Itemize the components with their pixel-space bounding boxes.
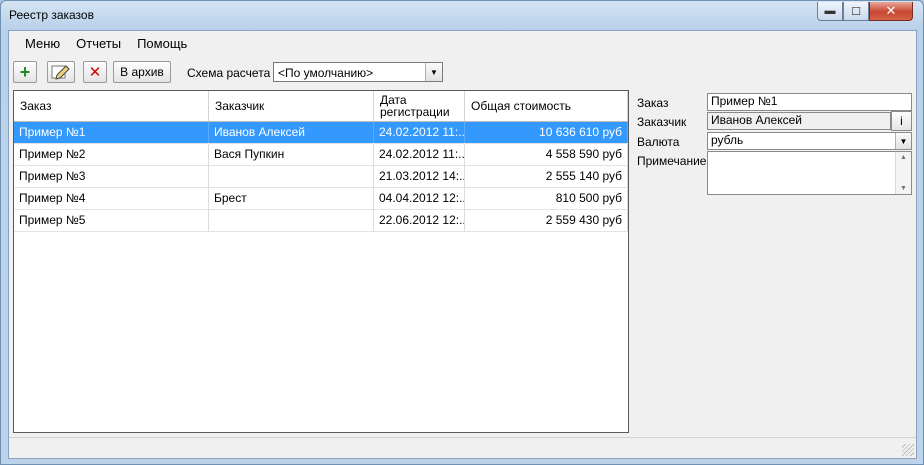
pencil-icon	[51, 65, 70, 80]
cell-total: 2 559 430 руб	[465, 210, 628, 231]
close-icon: ✕	[885, 3, 897, 18]
table-row[interactable]: Пример №3 21.03.2012 14:... 2 555 140 ру…	[14, 166, 628, 188]
table-row[interactable]: Пример №4 Брест 04.04.2012 12:... 810 50…	[14, 188, 628, 210]
resize-grip-icon[interactable]	[902, 444, 914, 456]
minimize-button[interactable]: ▬	[817, 2, 843, 21]
maximize-icon: ☐	[851, 5, 861, 18]
status-bar	[9, 437, 916, 458]
close-button[interactable]: ✕	[869, 2, 913, 21]
toolbar: + ✕ В архив Схема расчета <По умолчанию>…	[9, 57, 916, 85]
archive-button-label: В архив	[120, 65, 164, 79]
menu-item-reports[interactable]: Отчеты	[68, 36, 129, 51]
cell-customer	[209, 166, 374, 187]
menu-bar: Меню Отчеты Помощь	[9, 31, 916, 55]
scroll-up-icon[interactable]: ▲	[900, 154, 907, 161]
table-row[interactable]: Пример №2 Вася Пупкин 24.02.2012 11:... …	[14, 144, 628, 166]
cell-customer	[209, 210, 374, 231]
cell-total: 10 636 610 руб	[465, 122, 628, 143]
cell-total: 2 555 140 руб	[465, 166, 628, 187]
chevron-down-icon[interactable]: ▼	[895, 133, 911, 149]
title-bar[interactable]: Реестр заказов ▬ ☐ ✕	[1, 1, 923, 31]
chevron-down-icon[interactable]: ▼	[425, 63, 442, 81]
table-row[interactable]: Пример №5 22.06.2012 12:... 2 559 430 ру…	[14, 210, 628, 232]
scroll-down-icon[interactable]: ▼	[900, 185, 907, 192]
menu-item-menu[interactable]: Меню	[17, 36, 68, 51]
cell-customer: Иванов Алексей	[209, 122, 374, 143]
customer-field: Иванов Алексей	[707, 112, 891, 130]
maximize-button[interactable]: ☐	[843, 2, 869, 21]
scheme-label: Схема расчета	[187, 66, 271, 80]
cell-date: 22.06.2012 12:...	[374, 210, 465, 231]
table-row[interactable]: Пример №1 Иванов Алексей 24.02.2012 11:.…	[14, 122, 628, 144]
order-label: Заказ	[637, 96, 669, 110]
window-title: Реестр заказов	[9, 8, 94, 22]
archive-button[interactable]: В архив	[113, 61, 171, 83]
column-header-total[interactable]: Общая стоимость	[465, 91, 628, 121]
currency-select-value: рубль	[711, 133, 744, 147]
cell-customer: Вася Пупкин	[209, 144, 374, 165]
info-icon: i	[900, 114, 903, 128]
customer-info-button[interactable]: i	[891, 111, 912, 131]
cell-total: 4 558 590 руб	[465, 144, 628, 165]
scheme-select[interactable]: <По умолчанию> ▼	[273, 62, 443, 82]
column-header-order[interactable]: Заказ	[14, 91, 209, 121]
cell-order: Пример №4	[14, 188, 209, 209]
currency-select[interactable]: рубль ▼	[707, 132, 912, 150]
note-scrollbar[interactable]: ▲ ▼	[895, 152, 911, 194]
order-field[interactable]: Пример №1	[707, 93, 912, 111]
note-label: Примечание	[637, 154, 707, 168]
plus-icon: +	[19, 61, 31, 82]
cell-date: 24.02.2012 11:...	[374, 122, 465, 143]
menu-item-help[interactable]: Помощь	[129, 36, 195, 51]
add-order-button[interactable]: +	[13, 61, 37, 83]
minimize-icon: ▬	[824, 5, 836, 17]
delete-x-icon: ✕	[88, 64, 102, 81]
cell-date: 24.02.2012 11:...	[374, 144, 465, 165]
cell-date: 04.04.2012 12:...	[374, 188, 465, 209]
customer-label: Заказчик	[637, 115, 687, 129]
app-window: Реестр заказов ▬ ☐ ✕ Меню Отчеты Помощь …	[0, 0, 924, 465]
cell-date: 21.03.2012 14:...	[374, 166, 465, 187]
cell-order: Пример №1	[14, 122, 209, 143]
table-header: Заказ Заказчик Дата регистрации Общая ст…	[14, 91, 628, 122]
edit-order-button[interactable]	[47, 61, 75, 83]
currency-label: Валюта	[637, 135, 680, 149]
column-header-date[interactable]: Дата регистрации	[374, 91, 465, 121]
orders-table: Заказ Заказчик Дата регистрации Общая ст…	[13, 90, 629, 433]
cell-order: Пример №3	[14, 166, 209, 187]
cell-total: 810 500 руб	[465, 188, 628, 209]
cell-order: Пример №5	[14, 210, 209, 231]
column-header-customer[interactable]: Заказчик	[209, 91, 374, 121]
scheme-select-value: <По умолчанию>	[278, 66, 374, 80]
client-area: Меню Отчеты Помощь + ✕ В архив Схема рас…	[8, 30, 917, 459]
cell-customer: Брест	[209, 188, 374, 209]
cell-order: Пример №2	[14, 144, 209, 165]
delete-order-button[interactable]: ✕	[83, 61, 107, 83]
note-textarea[interactable]: ▲ ▼	[707, 151, 912, 195]
